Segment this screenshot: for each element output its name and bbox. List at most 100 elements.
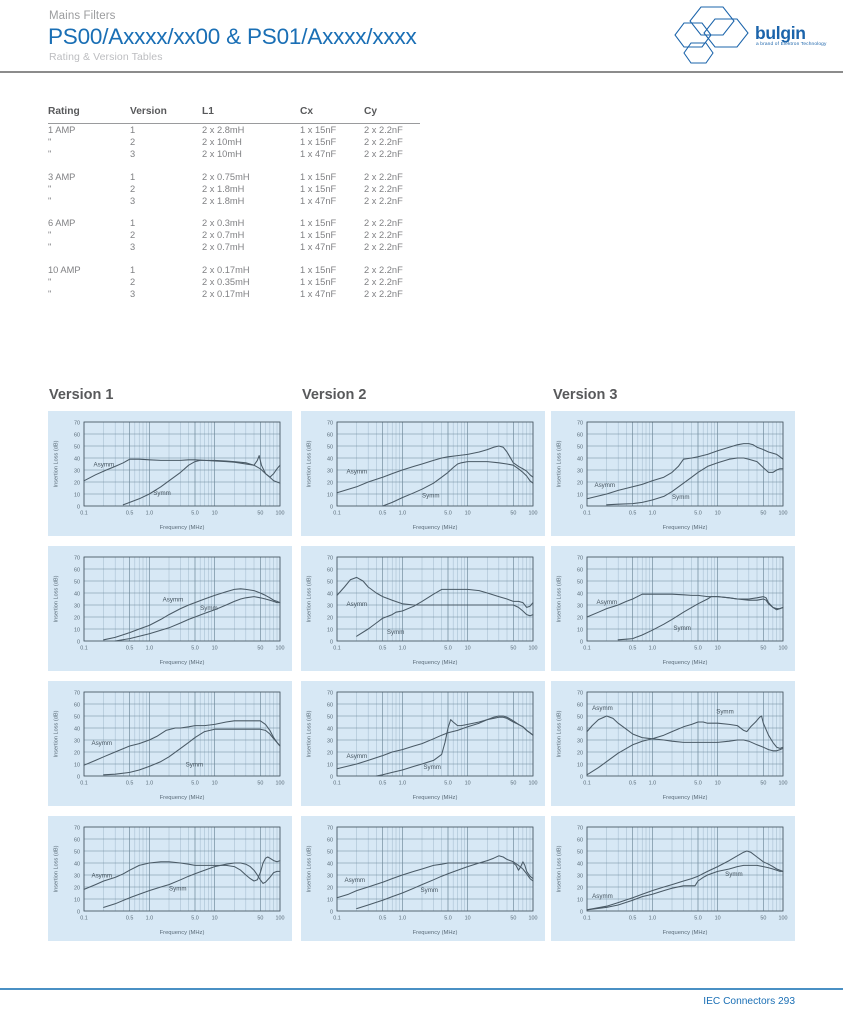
y-axis-label: Insertion Loss (dB) bbox=[557, 440, 563, 487]
y-tick-label: 70 bbox=[327, 556, 333, 562]
curve-label-asymm: Asymm bbox=[94, 461, 115, 468]
y-tick-label: 10 bbox=[327, 898, 333, 904]
l1-cell: 2 x 1.8mH bbox=[202, 195, 245, 206]
cy-cell: 2 x 2.2nF bbox=[364, 137, 403, 148]
y-tick-label: 50 bbox=[327, 580, 333, 586]
x-tick-label: 50 bbox=[257, 916, 263, 922]
version-cell: 1 bbox=[130, 264, 136, 275]
x-tick-label: 1.0 bbox=[399, 781, 407, 787]
y-tick-label: 70 bbox=[74, 826, 80, 832]
version-cell: 3 bbox=[130, 242, 136, 253]
x-tick-label: 1.0 bbox=[146, 646, 154, 652]
curve-label-symm: Symm bbox=[421, 887, 439, 894]
y-tick-label: 20 bbox=[577, 751, 583, 757]
version-cell: 2 bbox=[130, 276, 136, 287]
y-tick-label: 70 bbox=[327, 691, 333, 697]
version-cell: 2 bbox=[130, 183, 136, 194]
x-tick-label: 50 bbox=[257, 511, 263, 517]
y-tick-label: 70 bbox=[577, 826, 583, 832]
curve-label-asymm: Asymm bbox=[163, 596, 184, 603]
y-axis-label: Insertion Loss (dB) bbox=[54, 440, 60, 487]
l1-cell: 2 x 10mH bbox=[202, 149, 242, 160]
x-tick-label: 1.0 bbox=[649, 916, 657, 922]
y-tick-label: 50 bbox=[577, 445, 583, 451]
y-axis-label: Insertion Loss (dB) bbox=[54, 845, 60, 892]
y-tick-label: 40 bbox=[74, 592, 80, 598]
chart-frame bbox=[336, 826, 534, 912]
footer-divider bbox=[0, 988, 843, 990]
x-tick-label: 100 bbox=[779, 781, 788, 787]
x-tick-label: 50 bbox=[257, 646, 263, 652]
y-tick-label: 20 bbox=[74, 886, 80, 892]
curve-label-asymm: Asymm bbox=[594, 482, 615, 489]
chart-frame bbox=[336, 556, 534, 642]
y-tick-label: 30 bbox=[74, 874, 80, 880]
x-tick-label: 50 bbox=[510, 646, 516, 652]
page-title: PS00/Axxxx/xx00 & PS01/Axxxx/xxxx bbox=[48, 24, 417, 49]
cy-cell: 2 x 2.2nF bbox=[364, 195, 403, 206]
x-tick-label: 0.5 bbox=[126, 511, 134, 517]
x-tick-label: 0.1 bbox=[583, 781, 591, 787]
y-tick-label: 60 bbox=[577, 703, 583, 709]
x-tick-label: 1.0 bbox=[399, 646, 407, 652]
x-tick-label: 5.0 bbox=[694, 511, 702, 517]
column-header-l1: L1 bbox=[202, 106, 214, 117]
logo-wordmark: bulgin bbox=[755, 23, 806, 43]
version-cell: 1 bbox=[130, 218, 136, 229]
x-tick-label: 10 bbox=[212, 916, 218, 922]
y-tick-label: 10 bbox=[74, 763, 80, 769]
table-head: Rating Version L1 Cx Cy bbox=[48, 106, 420, 124]
table-row: 3 AMP 1 2 x 0.75mH 1 x 15nF 2 x 2.2nF bbox=[48, 161, 420, 183]
y-tick-label: 20 bbox=[577, 481, 583, 487]
x-tick-label: 5.0 bbox=[191, 646, 199, 652]
x-tick-label: 10 bbox=[212, 781, 218, 787]
y-axis-label: Insertion Loss (dB) bbox=[557, 575, 563, 622]
x-tick-label: 1.0 bbox=[399, 511, 407, 517]
y-tick-label: 60 bbox=[327, 568, 333, 574]
chart-panel-v3-10amp: 0 10 20 30 40 50 60 70 0.1 0.5 1.0 5.0 10 50 100 Freque… bbox=[551, 816, 795, 941]
cx-cell: 1 x 15nF bbox=[300, 125, 337, 136]
curve-symm bbox=[122, 459, 281, 506]
l1-cell: 2 x 2.8mH bbox=[202, 125, 245, 136]
curve-label-asymm: Asymm bbox=[91, 740, 112, 747]
header-subtitle: Rating & Version Tables bbox=[49, 51, 163, 63]
curve-label-asymm: Asymm bbox=[597, 599, 618, 606]
y-axis-label: Insertion Loss (dB) bbox=[307, 440, 313, 487]
cx-cell: 1 x 47nF bbox=[300, 149, 337, 160]
rating-cell: " bbox=[48, 137, 51, 148]
cx-cell: 1 x 15nF bbox=[300, 230, 337, 241]
chart-gridlines bbox=[83, 691, 281, 777]
y-tick-label: 50 bbox=[327, 850, 333, 856]
l1-cell: 2 x 10mH bbox=[202, 137, 242, 148]
x-axis-label: Frequency (MHz) bbox=[413, 660, 458, 666]
chart-gridlines bbox=[336, 556, 534, 642]
l1-cell: 2 x 1.8mH bbox=[202, 183, 245, 194]
x-axis-label: Frequency (MHz) bbox=[663, 930, 708, 936]
y-tick-label: 40 bbox=[577, 862, 583, 868]
curve-label-symm: Symm bbox=[725, 871, 743, 878]
x-tick-label: 10 bbox=[465, 916, 471, 922]
x-tick-label: 0.5 bbox=[379, 511, 387, 517]
x-tick-label: 50 bbox=[510, 511, 516, 517]
chart-panel-v2-3amp: 0 10 20 30 40 50 60 70 0.1 0.5 1.0 5.0 10 50 100 Freque… bbox=[551, 546, 795, 671]
l1-cell: 2 x 0.3mH bbox=[202, 218, 245, 229]
curve-asymm bbox=[336, 715, 534, 770]
cx-cell: 1 x 47nF bbox=[300, 288, 337, 299]
y-tick-label: 40 bbox=[327, 862, 333, 868]
x-tick-label: 50 bbox=[510, 916, 516, 922]
x-tick-label: 100 bbox=[276, 916, 285, 922]
curve-label-symm: Symm bbox=[153, 490, 171, 497]
rating-cell: " bbox=[48, 288, 51, 299]
curve-label-asymm: Asymm bbox=[347, 753, 368, 760]
x-tick-label: 5.0 bbox=[191, 511, 199, 517]
curve-label-asymm: Asymm bbox=[91, 872, 112, 879]
table-body: 1 AMP 1 2 x 2.8mH 1 x 15nF 2 x 2.2nF " 2 2 x 10… bbox=[48, 124, 420, 300]
x-tick-label: 1.0 bbox=[649, 781, 657, 787]
y-tick-label: 20 bbox=[327, 751, 333, 757]
y-tick-label: 20 bbox=[74, 751, 80, 757]
table-row: 6 AMP 1 2 x 0.3mH 1 x 15nF 2 x 2.2nF bbox=[48, 207, 420, 229]
x-tick-label: 0.5 bbox=[629, 511, 637, 517]
chart-frame bbox=[586, 691, 784, 777]
column-header-rating: Rating bbox=[48, 106, 80, 117]
y-tick-label: 60 bbox=[577, 568, 583, 574]
